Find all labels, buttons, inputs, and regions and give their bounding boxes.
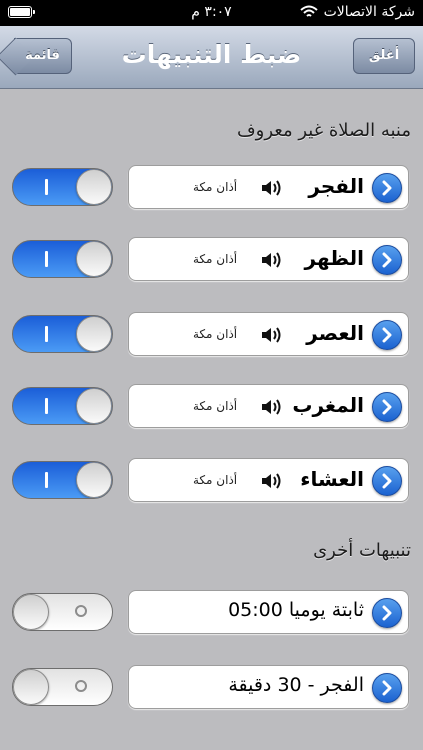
prayer-name: العصر: [306, 321, 364, 345]
prayer-toggle[interactable]: [12, 387, 113, 425]
speaker-icon: [261, 327, 283, 347]
toggle-on-mark: [45, 251, 48, 267]
chevron-right-icon[interactable]: [372, 245, 402, 275]
prayer-row[interactable]: العصر أذان مكة: [128, 312, 409, 356]
sound-label: أذان مكة: [193, 473, 238, 487]
prayer-row[interactable]: الفجر أذان مكة: [128, 165, 409, 209]
prayer-row[interactable]: العشاء أذان مكة: [128, 458, 409, 502]
other-alert-row[interactable]: ثابتة يوميا 05:00: [128, 590, 409, 634]
prayer-row[interactable]: المغرب أذان مكة: [128, 384, 409, 428]
nav-bar: قائمة ضبط التنبيهات أغلق: [0, 26, 423, 89]
carrier-name: شركة الاتصالات: [323, 4, 415, 20]
chevron-right-icon[interactable]: [372, 392, 402, 422]
chevron-right-icon[interactable]: [372, 173, 402, 203]
other-alert-toggle[interactable]: [12, 593, 113, 631]
prayer-row[interactable]: الظهر أذان مكة: [128, 237, 409, 281]
speaker-icon: [261, 399, 283, 419]
toggle-knob: [76, 316, 112, 352]
toggle-knob: [13, 594, 49, 630]
prayer-toggle[interactable]: [12, 240, 113, 278]
toggle-on-mark: [45, 472, 48, 488]
toggle-on-mark: [45, 326, 48, 342]
speaker-icon: [261, 180, 283, 200]
prayer-toggle[interactable]: [12, 461, 113, 499]
prayer-toggle[interactable]: [12, 315, 113, 353]
other-alert-toggle[interactable]: [12, 668, 113, 706]
chevron-right-icon[interactable]: [372, 320, 402, 350]
other-section-header: تنبيهات أخرى: [313, 540, 411, 561]
chevron-right-icon[interactable]: [372, 466, 402, 496]
status-bar: ٣:٠٧ م شركة الاتصالات: [0, 0, 423, 26]
sound-label: أذان مكة: [193, 252, 238, 266]
toggle-knob: [76, 388, 112, 424]
prayer-name: الظهر: [304, 246, 365, 270]
sound-label: أذان مكة: [193, 399, 238, 413]
toggle-knob: [13, 669, 49, 705]
close-button[interactable]: أغلق: [353, 38, 415, 74]
chevron-right-icon[interactable]: [372, 673, 402, 703]
toggle-knob: [76, 462, 112, 498]
sound-label: أذان مكة: [193, 180, 238, 194]
toggle-on-mark: [45, 398, 48, 414]
speaker-icon: [261, 252, 283, 272]
prayer-name: العشاء: [300, 467, 364, 491]
toggle-on-mark: [45, 179, 48, 195]
speaker-icon: [261, 473, 283, 493]
other-alert-row[interactable]: الفجر - 30 دقيقة: [128, 665, 409, 709]
wifi-icon: [299, 5, 318, 17]
toggle-off-mark: [75, 680, 87, 692]
prayer-name: المغرب: [292, 393, 364, 417]
toggle-knob: [76, 241, 112, 277]
prayer-name: الفجر: [308, 174, 364, 198]
toggle-knob: [76, 169, 112, 205]
status-carrier-group: شركة الاتصالات: [299, 4, 415, 20]
sound-label: أذان مكة: [193, 327, 238, 341]
prayer-toggle[interactable]: [12, 168, 113, 206]
other-alert-label: الفجر - 30 دقيقة: [228, 674, 364, 696]
toggle-off-mark: [75, 605, 87, 617]
other-alert-label: ثابتة يوميا 05:00: [228, 599, 364, 621]
prayers-section-header: منبه الصلاة غير معروف: [237, 120, 411, 141]
chevron-right-icon[interactable]: [372, 598, 402, 628]
